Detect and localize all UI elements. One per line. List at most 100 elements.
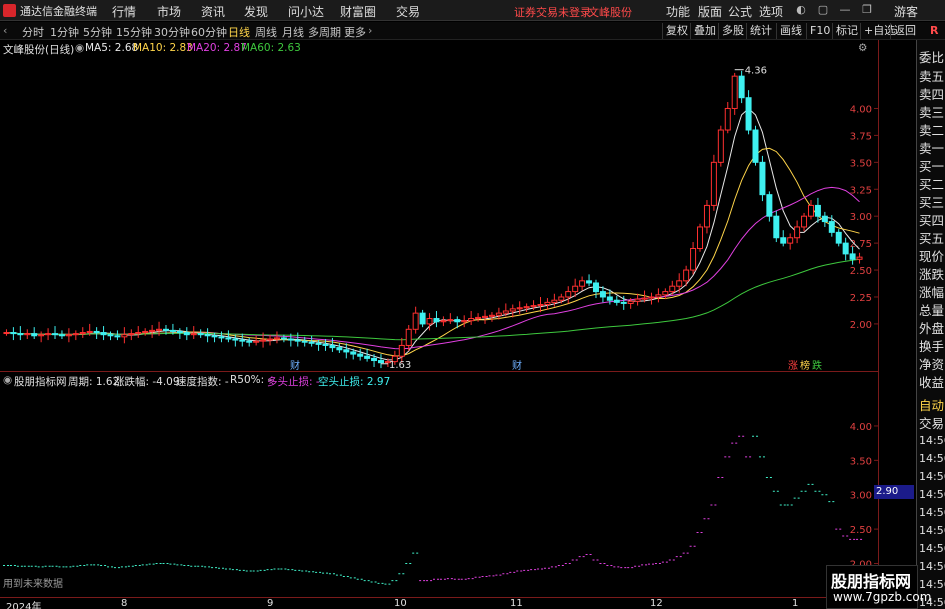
rp-outer[interactable]: 外盘 xyxy=(919,318,944,337)
tab-daily[interactable]: 日线 xyxy=(228,24,250,40)
pane-divider[interactable] xyxy=(0,371,878,372)
rp-buy4[interactable]: 买四 xyxy=(919,210,944,229)
candle-down xyxy=(246,340,253,343)
candle-up xyxy=(142,330,149,334)
candle-up xyxy=(398,344,405,357)
menu-item-zixun[interactable]: 资讯 xyxy=(201,3,225,20)
candle-up xyxy=(801,215,808,228)
x-label-sep: 9 xyxy=(267,598,274,609)
candle-up xyxy=(405,328,412,346)
skin-icon[interactable]: ◐ xyxy=(794,3,808,17)
menu-item-wenxiaoda[interactable]: 问小达 xyxy=(288,3,324,20)
restore-icon[interactable]: ❐ xyxy=(860,3,874,17)
indicator-toggle-icon[interactable]: ◉ xyxy=(75,42,84,54)
candle-down xyxy=(377,360,384,364)
candle-down xyxy=(176,330,183,334)
btn-f10[interactable]: F10 xyxy=(806,23,833,39)
tab-5min[interactable]: 5分钟 xyxy=(83,24,112,40)
rp-change-pct[interactable]: 涨幅 xyxy=(919,282,944,301)
rp-sell5[interactable]: 卖五 xyxy=(919,66,944,85)
menu-item-jiaoyi[interactable]: 交易 xyxy=(396,3,420,20)
rp-earnings[interactable]: 收益 xyxy=(919,372,944,391)
rp-time-5: 14:56 xyxy=(919,524,945,537)
ma60-line xyxy=(6,258,860,341)
menu-item-shichang[interactable]: 市场 xyxy=(157,3,181,20)
candle-down xyxy=(745,97,752,131)
candle-up xyxy=(156,328,163,331)
candle-down xyxy=(301,340,308,343)
candle-down xyxy=(336,347,343,351)
chart-marker: 涨 xyxy=(788,360,798,371)
ma20-line xyxy=(6,186,860,350)
guest-label[interactable]: 游客 xyxy=(894,3,918,20)
rp-weibi[interactable]: 委比 xyxy=(919,47,944,66)
btn-draw-line[interactable]: 画线 xyxy=(776,23,805,39)
rp-sell2[interactable]: 卖二 xyxy=(919,120,944,139)
rp-buy5[interactable]: 买五 xyxy=(919,228,944,247)
more-arrow-icon[interactable]: › xyxy=(368,24,372,37)
rp-buy1[interactable]: 买一 xyxy=(919,156,944,175)
toolbar-formula[interactable]: 公式 xyxy=(728,3,752,20)
candle-down xyxy=(107,334,114,337)
app-logo-icon xyxy=(3,4,16,17)
candle-up xyxy=(558,296,565,301)
btn-multi-stock[interactable]: 多股 xyxy=(718,23,747,39)
rp-turnover[interactable]: 换手 xyxy=(919,336,944,355)
rp-sell4[interactable]: 卖四 xyxy=(919,84,944,103)
login-alert[interactable]: 证券交易未登录 xyxy=(514,4,591,20)
rp-trade[interactable]: 交易 xyxy=(919,413,944,432)
candle-down xyxy=(759,161,766,196)
tab-weekly[interactable]: 周线 xyxy=(255,24,277,40)
stock-link[interactable]: 文峰股份 xyxy=(588,4,632,20)
rp-change[interactable]: 涨跌 xyxy=(919,264,944,283)
rp-price[interactable]: 现价 xyxy=(919,246,944,265)
r-badge-icon[interactable]: R xyxy=(930,24,938,37)
btn-mark[interactable]: 标记 xyxy=(832,23,861,39)
axis-separator xyxy=(878,40,879,609)
tab-scroll-left-icon[interactable]: ‹ xyxy=(3,24,7,37)
candle-up xyxy=(121,334,128,338)
btn-back[interactable]: 返回 xyxy=(890,23,919,39)
tab-monthly[interactable]: 月线 xyxy=(282,24,304,40)
rp-buy2[interactable]: 买二 xyxy=(919,174,944,193)
sub-indicator-chart[interactable]: 4.003.503.002.502.00用到未来数据 xyxy=(0,389,878,597)
sub-tick-label: 3.00 xyxy=(850,491,872,502)
rp-net-assets[interactable]: 净资 xyxy=(919,354,944,373)
tab-1min[interactable]: 1分钟 xyxy=(50,24,79,40)
rp-auto[interactable]: 自动 xyxy=(919,395,944,414)
candle-down xyxy=(183,332,190,336)
candle-down xyxy=(169,329,176,332)
tab-15min[interactable]: 15分钟 xyxy=(116,24,152,40)
candle-down xyxy=(371,357,378,362)
sub-change: 涨跌幅: -4.09 xyxy=(114,376,180,388)
candlestick-chart[interactable]: 4.003.753.503.253.002.752.502.252.004.36… xyxy=(0,56,878,371)
rp-sell1[interactable]: 卖一 xyxy=(919,138,944,157)
candle-down xyxy=(835,231,842,244)
rp-buy3[interactable]: 买三 xyxy=(919,192,944,211)
tab-30min[interactable]: 30分钟 xyxy=(154,24,190,40)
toolbar-function[interactable]: 功能 xyxy=(666,3,690,20)
minimize-icon[interactable]: — xyxy=(838,3,852,17)
candle-down xyxy=(280,337,287,340)
menu-item-faxian[interactable]: 发现 xyxy=(244,3,268,20)
tab-60min[interactable]: 60分钟 xyxy=(191,24,227,40)
candle-up xyxy=(856,256,863,260)
candle-down xyxy=(211,335,218,338)
toolbar-layout[interactable]: 版面 xyxy=(698,3,722,20)
tab-more[interactable]: 更多 xyxy=(344,24,366,40)
chart-settings-icon[interactable]: ⚙ xyxy=(858,42,867,54)
rp-volume[interactable]: 总量 xyxy=(919,300,944,319)
btn-overlay[interactable]: 叠加 xyxy=(690,23,719,39)
menu-item-caifuquan[interactable]: 财富圈 xyxy=(340,3,376,20)
btn-statistics[interactable]: 统计 xyxy=(746,23,775,39)
tab-multi-period[interactable]: 多周期 xyxy=(308,24,341,40)
toolbar-options[interactable]: 选项 xyxy=(759,3,783,20)
tab-fenshi[interactable]: 分时 xyxy=(22,24,44,40)
btn-fuquan[interactable]: 复权 xyxy=(662,23,691,39)
sub-toggle-icon[interactable]: ◉ xyxy=(3,374,12,386)
price-tick-label: 2.50 xyxy=(850,266,872,277)
rp-sell3[interactable]: 卖三 xyxy=(919,102,944,121)
candle-up xyxy=(523,306,530,309)
window-menu-icon[interactable]: ▢ xyxy=(816,3,830,17)
menu-item-hangqing[interactable]: 行情 xyxy=(112,3,136,20)
